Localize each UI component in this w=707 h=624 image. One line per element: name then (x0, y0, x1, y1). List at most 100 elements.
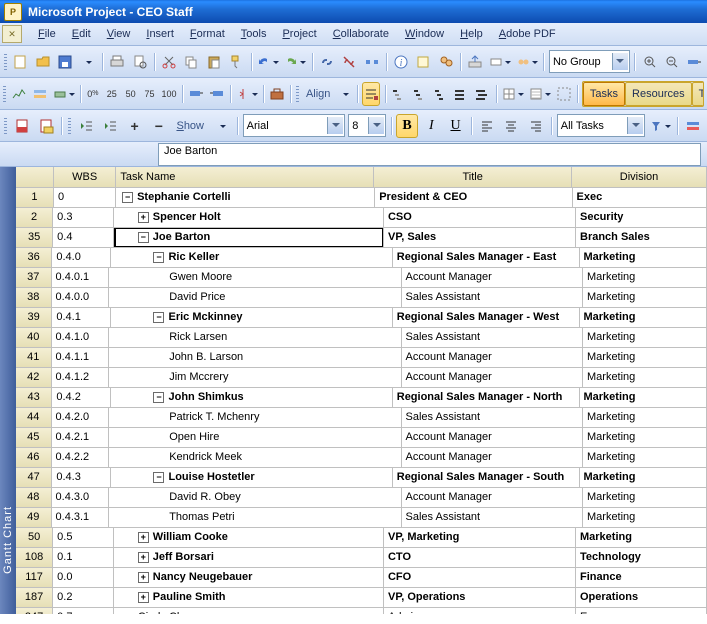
save-dropdown[interactable] (78, 50, 97, 74)
publish-button[interactable] (466, 50, 485, 74)
level2-button[interactable] (411, 82, 429, 106)
outline-toggle[interactable]: − (153, 312, 164, 323)
grip[interactable] (295, 83, 299, 105)
taskname-cell[interactable]: Patrick T. Mchenry (109, 408, 401, 428)
menu-window[interactable]: Window (397, 26, 452, 42)
taskname-cell[interactable]: Gwen Moore (109, 268, 401, 288)
division-cell[interactable]: Marketing (583, 328, 707, 348)
title-cell[interactable]: President & CEO (375, 188, 572, 208)
show-button[interactable]: Show (172, 114, 208, 138)
division-cell[interactable]: Operations (576, 588, 707, 608)
division-cell[interactable]: Marketing (583, 428, 707, 448)
title-cell[interactable]: Regional Sales Manager - West (393, 308, 580, 328)
division-cell[interactable]: Marketing (580, 308, 707, 328)
wbs-cell[interactable]: 0.4.1.2 (52, 368, 110, 388)
pct-25-button[interactable]: 25 (104, 82, 120, 106)
title-cell[interactable]: Account Manager (402, 268, 583, 288)
title-cell[interactable]: Regional Sales Manager - North (393, 388, 580, 408)
align-dropdown[interactable] (337, 82, 353, 106)
corner-cell[interactable] (16, 167, 54, 188)
level1-button[interactable] (390, 82, 408, 106)
open-button[interactable] (33, 50, 52, 74)
title-cell[interactable]: Account Manager (402, 488, 583, 508)
show-subtasks-button[interactable]: + (124, 114, 145, 138)
indent-button[interactable] (100, 114, 121, 138)
wbs-cell[interactable]: 0.4.1 (52, 308, 111, 328)
col-wbs[interactable]: WBS (54, 167, 116, 188)
align-right-button[interactable] (525, 114, 546, 138)
menu-help[interactable]: Help (452, 26, 491, 42)
wbs-cell[interactable]: 0.4.1.0 (52, 328, 110, 348)
title-cell[interactable]: Sales Assistant (402, 408, 583, 428)
division-cell[interactable]: Marketing (583, 288, 707, 308)
resources-view-button[interactable]: Resources (625, 82, 692, 106)
zoom-in-button[interactable] (640, 50, 659, 74)
title-cell[interactable]: Regional Sales Manager - East (393, 248, 580, 268)
wbs-cell[interactable]: 0.4.3 (52, 468, 111, 488)
toolbox-button[interactable] (268, 82, 286, 106)
task-row[interactable]: 430.4.2−John ShimkusRegional Sales Manag… (16, 388, 707, 408)
progress-line-button[interactable] (235, 82, 259, 106)
title-cell[interactable]: Account Manager (402, 428, 583, 448)
format-painter-button[interactable] (227, 50, 246, 74)
division-cell[interactable]: Marketing (583, 348, 707, 368)
taskname-cell[interactable]: Jim Mccrery (109, 368, 401, 388)
task-row[interactable]: 370.4.0.1Gwen MooreAccount ManagerMarket… (16, 268, 707, 288)
row-header[interactable]: 45 (16, 428, 52, 448)
menu-collaborate[interactable]: Collaborate (325, 26, 397, 42)
task-row[interactable]: 10−Stephanie CortelliPresident & CEOExec (16, 188, 707, 208)
row-header[interactable]: 108 (16, 548, 53, 568)
redo-button[interactable] (283, 50, 307, 74)
filter-select[interactable]: All Tasks (557, 114, 646, 137)
task-row[interactable]: 20.3+Spencer HoltCSOSecurity (16, 208, 707, 228)
view-bar[interactable]: Gantt Chart (0, 167, 16, 614)
task-row[interactable]: 470.4.3−Louise HostetlerRegional Sales M… (16, 468, 707, 488)
task-row[interactable]: 1080.1+Jeff BorsariCTOTechnology (16, 548, 707, 568)
project-icon[interactable]: ✕ (2, 25, 22, 43)
title-cell[interactable]: Sales Assistant (402, 328, 583, 348)
menu-format[interactable]: Format (182, 26, 233, 42)
taskname-cell[interactable]: Thomas Petri (109, 508, 401, 528)
split-task-button[interactable] (362, 50, 381, 74)
wbs-cell[interactable]: 0.4.0.1 (52, 268, 110, 288)
title-cell[interactable]: VP, Operations (384, 588, 576, 608)
grip[interactable] (67, 115, 72, 137)
menu-view[interactable]: View (99, 26, 139, 42)
wbs-cell[interactable]: 0 (54, 188, 116, 208)
goto-task-button[interactable] (685, 50, 704, 74)
pct-100-button[interactable]: 100 (161, 82, 178, 106)
assign-resources-button[interactable] (436, 50, 455, 74)
row-header[interactable]: 43 (16, 388, 52, 408)
task-row[interactable]: 1870.2+Pauline SmithVP, OperationsOperat… (16, 588, 707, 608)
task-row[interactable]: 390.4.1−Eric MckinneyRegional Sales Mana… (16, 308, 707, 328)
copy-button[interactable] (182, 50, 201, 74)
grip[interactable] (3, 83, 7, 105)
division-cell[interactable]: Marketing (580, 468, 707, 488)
outline-toggle[interactable]: + (138, 212, 149, 223)
menu-adobe-pdf[interactable]: Adobe PDF (491, 26, 564, 42)
paste-button[interactable] (204, 50, 223, 74)
taskname-cell[interactable]: −Louise Hostetler (111, 468, 392, 488)
wbs-cell[interactable]: 0.1 (53, 548, 114, 568)
task-row[interactable]: 490.4.3.1Thomas PetriSales AssistantMark… (16, 508, 707, 528)
outline-toggle[interactable]: + (138, 552, 149, 563)
save-button[interactable] (56, 50, 75, 74)
bold-button[interactable]: B (396, 114, 417, 138)
link-button[interactable] (317, 50, 336, 74)
division-cell[interactable]: Marketing (583, 268, 707, 288)
taskname-cell[interactable]: −John Shimkus (111, 388, 392, 408)
entry-field[interactable]: Joe Barton (158, 143, 701, 166)
pct-75-button[interactable]: 75 (142, 82, 158, 106)
taskname-cell[interactable]: David Price (109, 288, 401, 308)
division-cell[interactable]: Marketing (583, 408, 707, 428)
row-header[interactable]: 46 (16, 448, 52, 468)
taskname-cell[interactable]: John B. Larson (109, 348, 401, 368)
autofilter-button[interactable] (648, 114, 672, 138)
print-preview-button[interactable] (130, 50, 149, 74)
title-cell[interactable]: Account Manager (402, 448, 583, 468)
row-header[interactable]: 1 (16, 188, 54, 208)
outline-toggle[interactable]: − (138, 232, 149, 243)
undo-button[interactable] (256, 50, 280, 74)
row-header[interactable]: 49 (16, 508, 52, 528)
wbs-cell[interactable]: 0.0 (53, 568, 114, 588)
